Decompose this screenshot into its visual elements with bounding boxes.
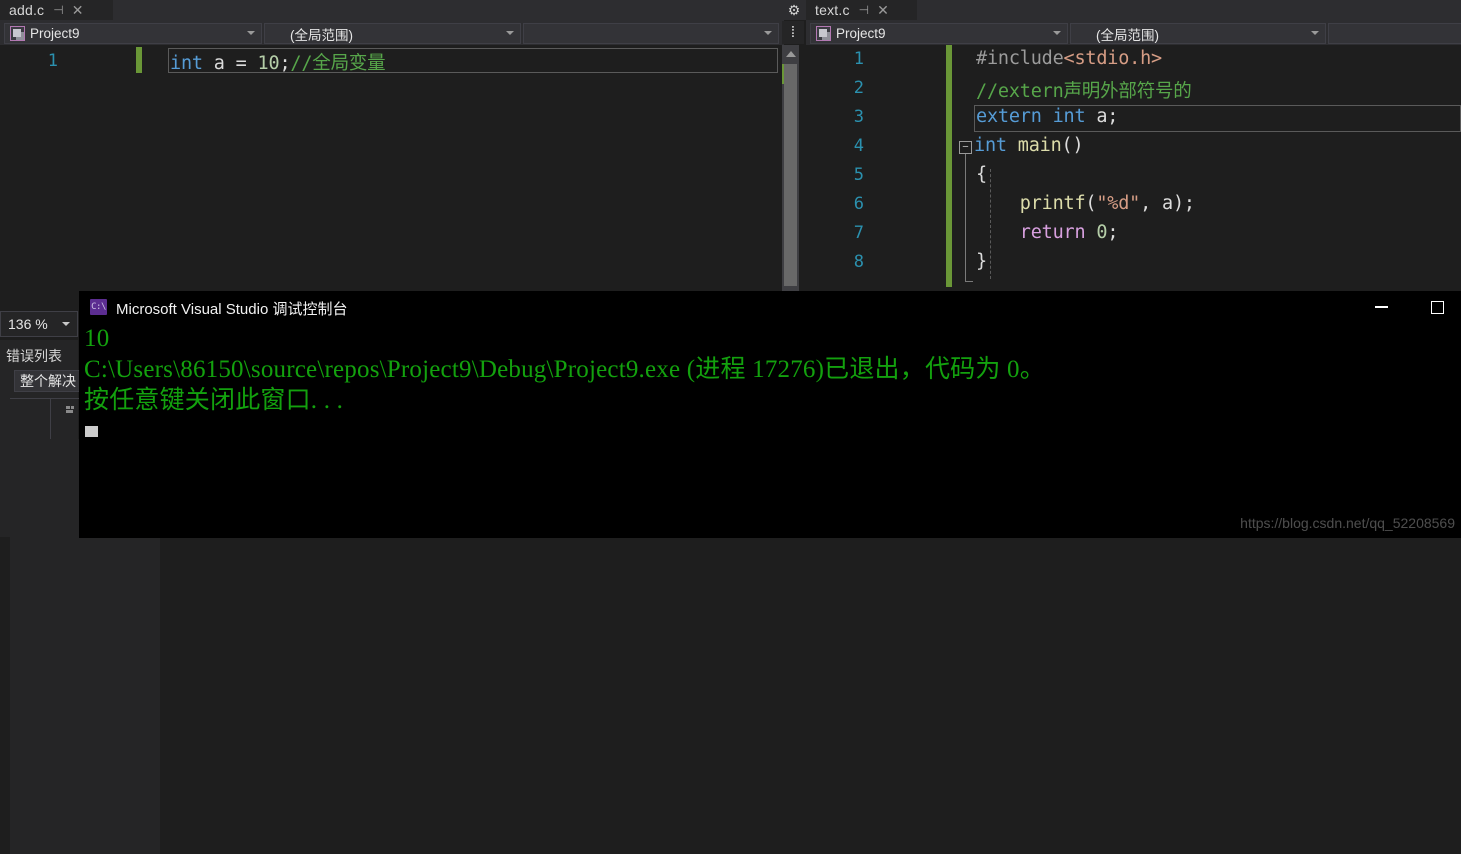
close-icon[interactable]: ✕	[877, 3, 889, 17]
column-separator	[50, 399, 51, 439]
project-icon	[10, 26, 25, 41]
console-cursor	[85, 426, 98, 437]
tab-add-c[interactable]: add.c ⊣ ✕	[0, 0, 113, 20]
watermark-text: https://blog.csdn.net/qq_52208569	[1240, 515, 1455, 531]
change-indicator-bar	[136, 47, 142, 73]
editor-tab-strip: add.c ⊣ ✕ text.c ⊣ ✕	[0, 0, 1461, 20]
tab-label: add.c	[9, 2, 45, 18]
project-icon	[816, 26, 831, 41]
pin-icon[interactable]: ⊣	[859, 4, 869, 16]
code-line-7: return 0;	[1019, 222, 1119, 243]
project-dropdown-right[interactable]: Project9	[810, 23, 1068, 44]
code-line-8: }	[976, 251, 987, 272]
line-number-gutter-right: 1 2 3 4 5 6 7 8	[806, 45, 872, 297]
line-number: 7	[853, 223, 864, 243]
error-list-panel: 错误列表 整个解决	[0, 340, 160, 854]
chevron-down-icon[interactable]	[506, 31, 514, 35]
code-editor-add-c[interactable]: 1 int a = 10;//全局变量	[0, 45, 782, 297]
zoom-level-value: 136 %	[8, 316, 48, 332]
project-dropdown-left[interactable]: Project9	[4, 23, 262, 44]
member-dropdown-right[interactable]	[1328, 23, 1461, 44]
chevron-down-icon[interactable]	[62, 322, 70, 326]
code-line-4: int main()	[974, 135, 1084, 156]
error-list-scope-value: 整个解决	[20, 373, 76, 389]
fold-region-line	[965, 154, 966, 282]
line-number: 6	[853, 194, 864, 214]
chevron-down-icon[interactable]	[247, 31, 255, 35]
line-number: 4	[853, 136, 864, 156]
code-line-5: {	[976, 164, 987, 185]
line-number: 1	[853, 49, 864, 69]
pin-icon[interactable]: ⊣	[53, 4, 63, 16]
line-number: 1	[47, 51, 58, 71]
console-app-icon: C:\	[90, 299, 107, 315]
editor-scrollbar-left[interactable]	[782, 45, 799, 297]
code-line-1: int a = 10;//全局变量	[170, 53, 386, 74]
fold-region-end	[965, 281, 973, 282]
minimize-icon[interactable]	[1358, 292, 1404, 322]
line-number: 2	[853, 78, 864, 98]
screenshot-root: add.c ⊣ ✕ text.c ⊣ ✕ ⚙ Project9 (全局范围) ⁞…	[0, 0, 1461, 854]
chevron-down-icon[interactable]	[1053, 31, 1061, 35]
tab-label: text.c	[815, 2, 850, 18]
scope-name: (全局范围)	[1096, 27, 1159, 43]
chevron-down-icon[interactable]	[764, 31, 772, 35]
tab-text-c[interactable]: text.c ⊣ ✕	[806, 0, 917, 20]
chevron-down-icon[interactable]	[1311, 31, 1319, 35]
code-line-2: //extern声明外部符号的	[976, 81, 1192, 102]
console-title-bar[interactable]: C:\ Microsoft Visual Studio 调试控制台	[80, 292, 1461, 322]
scope-dropdown-right[interactable]: (全局范围)	[1070, 23, 1326, 44]
scroll-up-arrow-icon[interactable]	[782, 48, 799, 60]
code-line-3: extern int a;	[976, 106, 1119, 127]
zoom-level-dropdown[interactable]: 136 %	[0, 311, 78, 337]
right-editor-navigation-bar: Project9 (全局范围)	[806, 20, 1461, 45]
console-line-3: 按任意键关闭此窗口. . .	[84, 387, 344, 414]
left-editor-navigation-bar: Project9 (全局范围)	[0, 20, 784, 45]
line-number-gutter-left: 1	[0, 45, 66, 297]
code-line-6: printf("%d", a);	[1019, 193, 1195, 214]
project-name: Project9	[836, 26, 886, 41]
gear-icon[interactable]: ⚙	[784, 1, 804, 19]
split-view-button[interactable]: ⁞	[782, 21, 804, 44]
console-line-2: C:\Users\86150\source\repos\Project9\Deb…	[84, 356, 1045, 383]
change-indicator-bar	[946, 45, 952, 287]
scrollbar-thumb[interactable]	[784, 64, 797, 286]
fold-toggle-icon[interactable]: −	[959, 141, 972, 154]
debug-console-window[interactable]: C:\ Microsoft Visual Studio 调试控制台 10 C:\…	[80, 292, 1461, 537]
member-dropdown-left[interactable]	[523, 23, 779, 44]
scope-name: (全局范围)	[290, 27, 353, 43]
line-number: 5	[853, 165, 864, 185]
console-icon-text: C:\	[91, 301, 106, 312]
sort-icon[interactable]	[66, 406, 78, 416]
code-editor-text-c[interactable]: 1 2 3 4 5 6 7 8 − #include<stdio.h> //ex…	[806, 45, 1461, 297]
console-line-1: 10	[84, 325, 110, 352]
line-number: 3	[853, 107, 864, 127]
project-name: Project9	[30, 26, 80, 41]
console-output-area[interactable]: 10 C:\Users\86150\source\repos\Project9\…	[80, 322, 1461, 537]
console-window-title: Microsoft Visual Studio 调试控制台	[116, 301, 348, 318]
code-line-1: #include<stdio.h>	[976, 48, 1162, 69]
close-icon[interactable]: ✕	[72, 3, 84, 17]
maximize-icon[interactable]	[1414, 292, 1460, 322]
error-list-title: 错误列表	[6, 348, 62, 364]
scope-dropdown-left[interactable]: (全局范围)	[264, 23, 521, 44]
line-number: 8	[853, 252, 864, 272]
